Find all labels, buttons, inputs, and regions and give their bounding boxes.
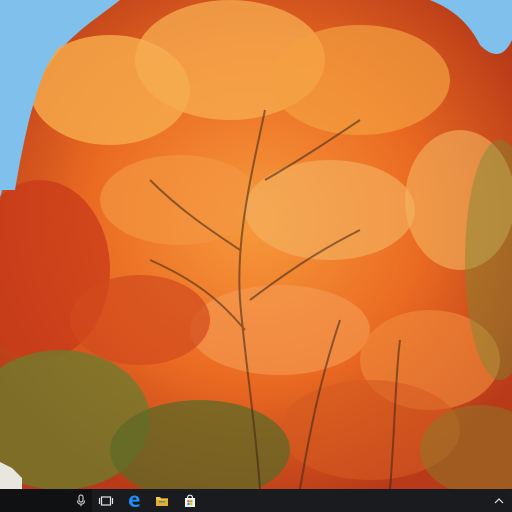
search-box[interactable] xyxy=(0,489,92,512)
file-explorer-button[interactable] xyxy=(148,489,176,512)
tray-overflow xyxy=(506,489,512,512)
chevron-up-icon xyxy=(494,497,504,503)
microphone-icon[interactable] xyxy=(74,493,88,508)
task-view-button[interactable] xyxy=(92,489,120,512)
store-button[interactable] xyxy=(176,489,204,512)
taskbar xyxy=(0,489,512,512)
task-view-icon xyxy=(98,495,114,506)
folder-icon xyxy=(156,496,168,506)
show-hidden-icons-button[interactable] xyxy=(492,489,506,512)
store-icon xyxy=(185,494,195,507)
desktop xyxy=(0,0,512,512)
wallpaper xyxy=(0,0,512,489)
edge-icon xyxy=(129,495,140,507)
edge-button[interactable] xyxy=(120,489,148,512)
